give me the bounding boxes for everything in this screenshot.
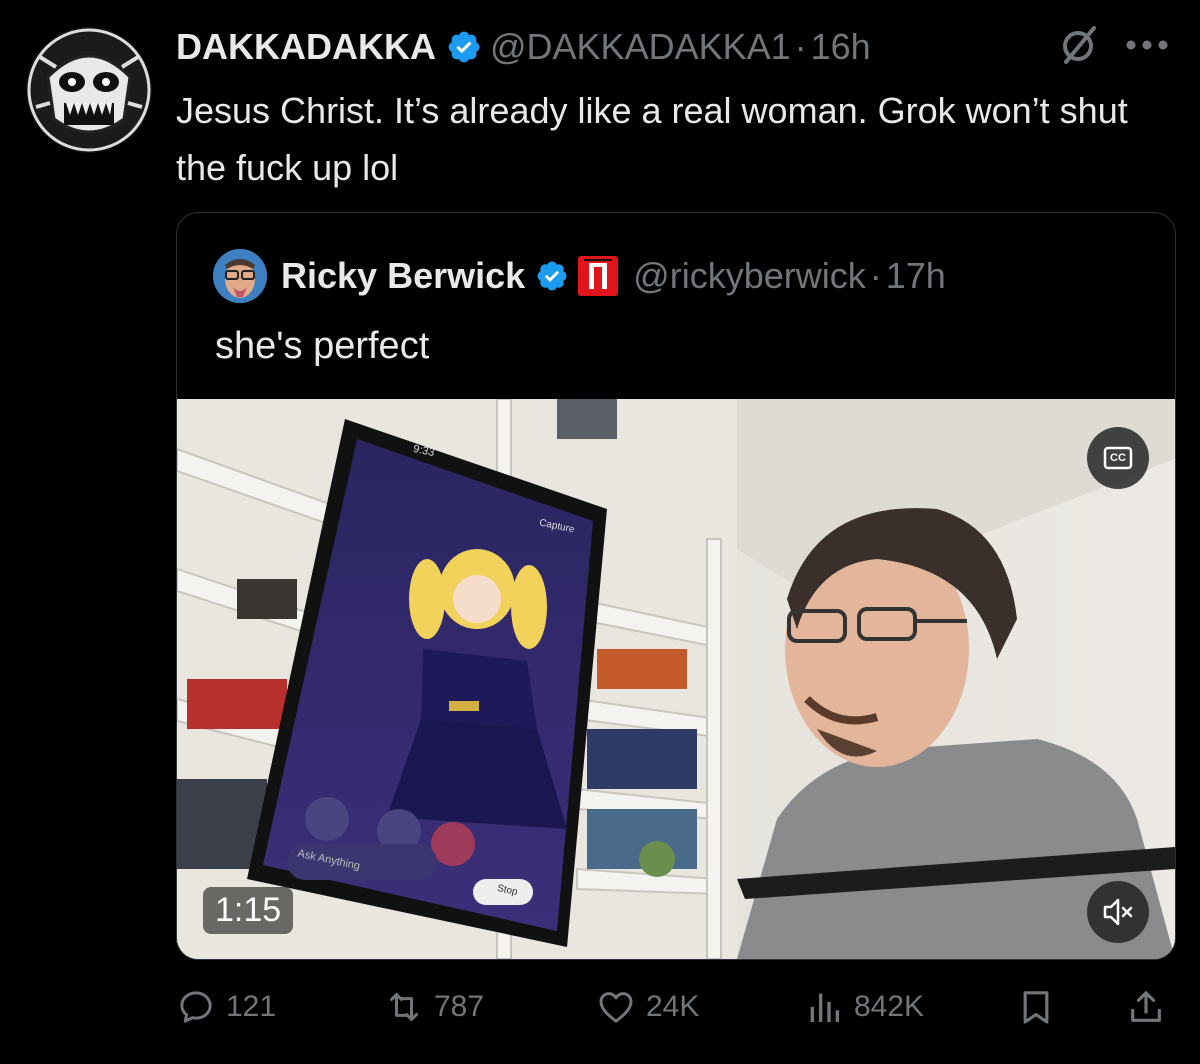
- bookmark-icon: [1023, 991, 1049, 1024]
- author-display-name[interactable]: DAKKADAKKA: [176, 26, 436, 68]
- mute-button[interactable]: [1087, 881, 1149, 943]
- quoted-tweet-card[interactable]: Ricky Berwick @rickyberwick · 17h she's …: [176, 212, 1176, 960]
- like-count: 24K: [646, 990, 700, 1023]
- tweet-text: Jesus Christ. It’s already like a real w…: [176, 90, 1128, 188]
- bookmark-button[interactable]: [1016, 982, 1056, 1032]
- quoted-author-avatar[interactable]: [213, 249, 267, 303]
- author-handle[interactable]: @DAKKADAKKA1: [490, 26, 791, 68]
- reply-count: 121: [226, 990, 277, 1023]
- repost-icon: [390, 993, 418, 1021]
- views-count: 842K: [854, 990, 925, 1023]
- cc-label: CC: [1110, 452, 1126, 464]
- quoted-author-handle[interactable]: @rickyberwick: [633, 255, 866, 297]
- repost-count: 787: [434, 990, 485, 1023]
- like-icon: [599, 992, 633, 1023]
- video-player[interactable]: 9:33 Capture Ask Anything Stop CC 1:15: [177, 399, 1175, 959]
- grok-icon[interactable]: [1058, 24, 1100, 66]
- repost-button[interactable]: 787: [384, 982, 484, 1032]
- views-icon: [810, 993, 839, 1022]
- quoted-tweet-timestamp[interactable]: 17h: [886, 255, 946, 297]
- separator-dot: ·: [794, 26, 807, 67]
- tweet-timestamp[interactable]: 16h: [811, 26, 871, 68]
- quoted-tweet-text: she's perfect: [215, 325, 430, 367]
- mute-icon: [1103, 898, 1133, 926]
- skull-avatar-image: [26, 27, 152, 153]
- affiliation-badge-icon[interactable]: [577, 255, 619, 297]
- share-button[interactable]: [1126, 982, 1166, 1032]
- separator-dot: ·: [869, 255, 882, 296]
- tweet-header: DAKKADAKKA @DAKKADAKKA1 · 16h: [176, 22, 871, 72]
- verified-badge-icon: [448, 31, 480, 63]
- captions-button[interactable]: CC: [1087, 427, 1149, 489]
- video-frame: [177, 399, 1175, 959]
- quoted-author-display-name[interactable]: Ricky Berwick: [281, 255, 525, 297]
- quoted-avatar-image: [213, 249, 267, 303]
- video-duration: 1:15: [203, 887, 294, 934]
- more-icon[interactable]: [1124, 38, 1170, 52]
- author-avatar[interactable]: [26, 27, 152, 153]
- reply-button[interactable]: 121: [176, 982, 276, 1032]
- reply-icon: [180, 991, 212, 1023]
- quoted-tweet-header: Ricky Berwick @rickyberwick · 17h: [213, 249, 946, 303]
- verified-badge-icon: [537, 261, 567, 291]
- views-button[interactable]: 842K: [804, 982, 924, 1032]
- share-icon: [1131, 991, 1161, 1022]
- like-button[interactable]: 24K: [596, 982, 699, 1032]
- tweet-actions-bar: 121 787 24K 842K: [176, 982, 1170, 1032]
